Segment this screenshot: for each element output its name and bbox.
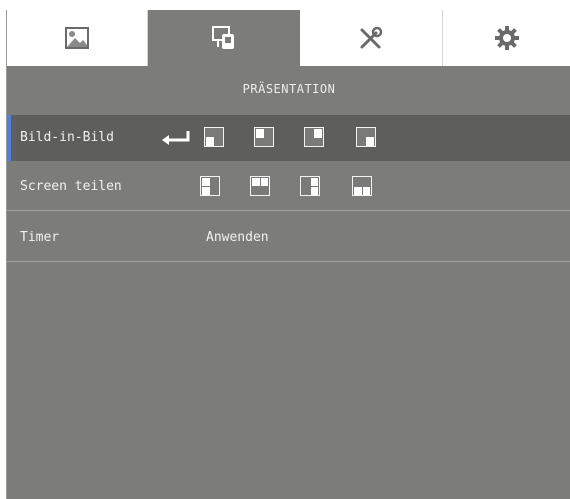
pip-bottom-left-option[interactable] [204,127,224,147]
tab-tools[interactable] [300,10,443,66]
tab-picture[interactable] [7,10,148,66]
gear-icon [495,26,519,50]
split-layout-1-option[interactable] [200,176,220,196]
row-split-screen[interactable]: Screen teilen [7,164,570,210]
tab-presentation[interactable] [148,10,300,66]
presentation-icon [212,26,234,49]
row-label: Timer [20,230,60,245]
row-picture-in-picture[interactable]: Bild-in-Bild [7,115,570,161]
enter-icon [162,131,190,145]
pip-top-left-option[interactable] [254,127,274,147]
pip-bottom-right-option[interactable] [356,127,376,147]
split-layout-4-option[interactable] [352,176,372,196]
tools-icon [360,26,383,49]
row-divider [7,261,570,262]
timer-apply-value[interactable]: Anwenden [206,215,269,261]
row-label: Bild-in-Bild [20,130,114,145]
split-layout-2-option[interactable] [250,176,270,196]
pip-top-right-option[interactable] [304,127,324,147]
picture-icon [65,27,89,49]
row-label: Screen teilen [20,179,122,194]
section-title: PRÄSENTATION [242,82,336,96]
osd-menu: PRÄSENTATION Bild-in-Bild Screen teilen [6,10,570,499]
split-layout-3-option[interactable] [300,176,320,196]
row-divider [7,210,570,211]
row-timer[interactable]: Timer Anwenden [7,215,570,261]
tab-bar [7,10,570,66]
tab-settings[interactable] [443,10,570,66]
